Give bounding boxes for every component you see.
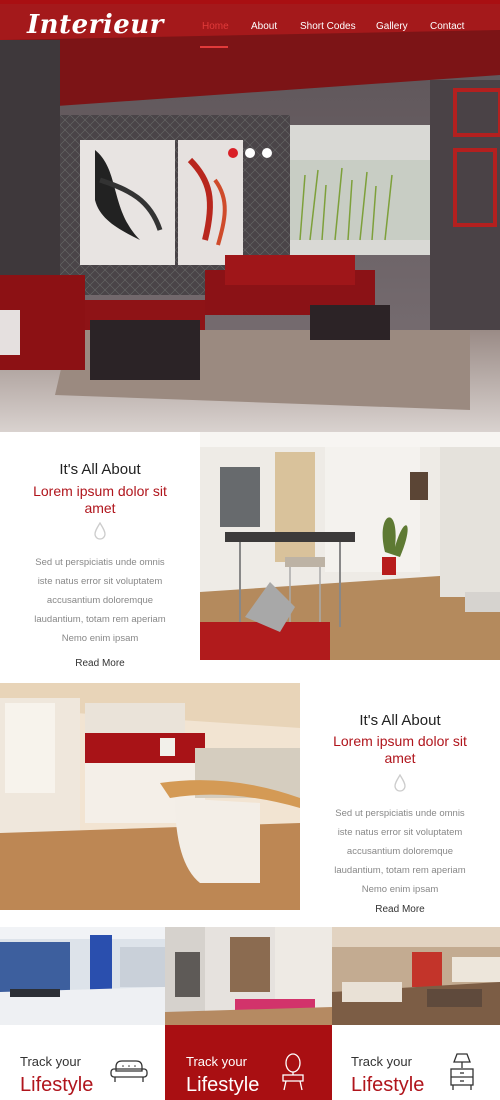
site-logo[interactable]: Interieur	[27, 10, 164, 40]
vanity-mirror-icon	[281, 1053, 305, 1096]
lifestyle-card-1-line1: Track your	[20, 1054, 81, 1069]
nav-home[interactable]: Home	[202, 21, 229, 32]
feature-2-subtitle-line1: Lorem ipsum dolor sit	[333, 733, 467, 749]
feature-1-body: Sed ut perspiciatis unde omnis iste natu…	[0, 553, 200, 648]
lifestyle-card-3-line1: Track your	[351, 1054, 412, 1069]
feature-1-title: It's All About	[59, 461, 141, 478]
hero-room-image	[0, 0, 500, 432]
feature-1-body-line5: Nemo enim ipsam	[61, 633, 139, 644]
feature-1-body-line4: laudantium, totam rem aperiam	[34, 614, 166, 625]
nav-contact[interactable]: Contact	[430, 21, 464, 32]
sofa-icon	[110, 1059, 148, 1088]
nav-gallery[interactable]: Gallery	[376, 21, 408, 32]
feature-1-subtitle-line2: amet	[84, 500, 116, 516]
water-drop-icon	[0, 521, 200, 545]
nav-short-codes[interactable]: Short Codes	[300, 21, 356, 32]
hero-slider	[0, 0, 500, 432]
feature-2-body-line4: laudantium, totam rem aperiam	[334, 865, 466, 876]
feature-2-body: Sed ut perspiciatis unde omnis iste natu…	[300, 804, 500, 899]
gallery-image-2[interactable]	[165, 927, 332, 1025]
lifestyle-card-1-line2: Lifestyle	[20, 1074, 94, 1096]
slider-dot-1[interactable]	[228, 148, 238, 158]
feature-2-body-line3: accusantium doloremque	[346, 846, 454, 857]
lifestyle-card-1[interactable]: Track your Lifestyle	[0, 1025, 165, 1100]
nav-about[interactable]: About	[251, 21, 277, 32]
feature-2-body-line1: Sed ut perspiciatis unde omnis	[335, 808, 465, 819]
water-drop-icon	[300, 773, 500, 797]
slider-dot-2[interactable]	[245, 148, 255, 158]
feature-2-body-line5: Nemo enim ipsam	[361, 884, 439, 895]
feature-1-body-line1: Sed ut perspiciatis unde omnis	[35, 557, 165, 568]
feature-1-body-line2: iste natus error sit voluptatem	[37, 576, 163, 587]
slider-dot-3[interactable]	[262, 148, 272, 158]
feature-1-body-line3: accusantium doloremque	[46, 595, 154, 606]
top-accent-bar	[0, 0, 500, 4]
feature-1-subtitle-line1: Lorem ipsum dolor sit	[33, 483, 167, 499]
feature-2-image	[0, 683, 300, 910]
nav-active-indicator	[200, 46, 228, 48]
feature-2-subtitle-line2: amet	[384, 750, 416, 766]
feature-1-read-more-link[interactable]: Read More	[0, 658, 200, 669]
feature-2-read-more-link[interactable]: Read More	[300, 904, 500, 915]
lifestyle-card-2-line2: Lifestyle	[186, 1074, 260, 1096]
lifestyle-card-2[interactable]: Track your Lifestyle	[165, 1025, 332, 1100]
lifestyle-card-3[interactable]: Track your Lifestyle	[332, 1025, 500, 1100]
lifestyle-card-3-line2: Lifestyle	[351, 1074, 425, 1096]
gallery-image-1[interactable]	[0, 927, 165, 1025]
lamp-table-icon	[449, 1053, 475, 1096]
feature-1-image	[200, 432, 500, 660]
feature-2-title: It's All About	[359, 712, 441, 729]
gallery-image-3[interactable]	[332, 927, 500, 1025]
lifestyle-card-2-line1: Track your	[186, 1054, 247, 1069]
feature-2-body-line2: iste natus error sit voluptatem	[337, 827, 463, 838]
